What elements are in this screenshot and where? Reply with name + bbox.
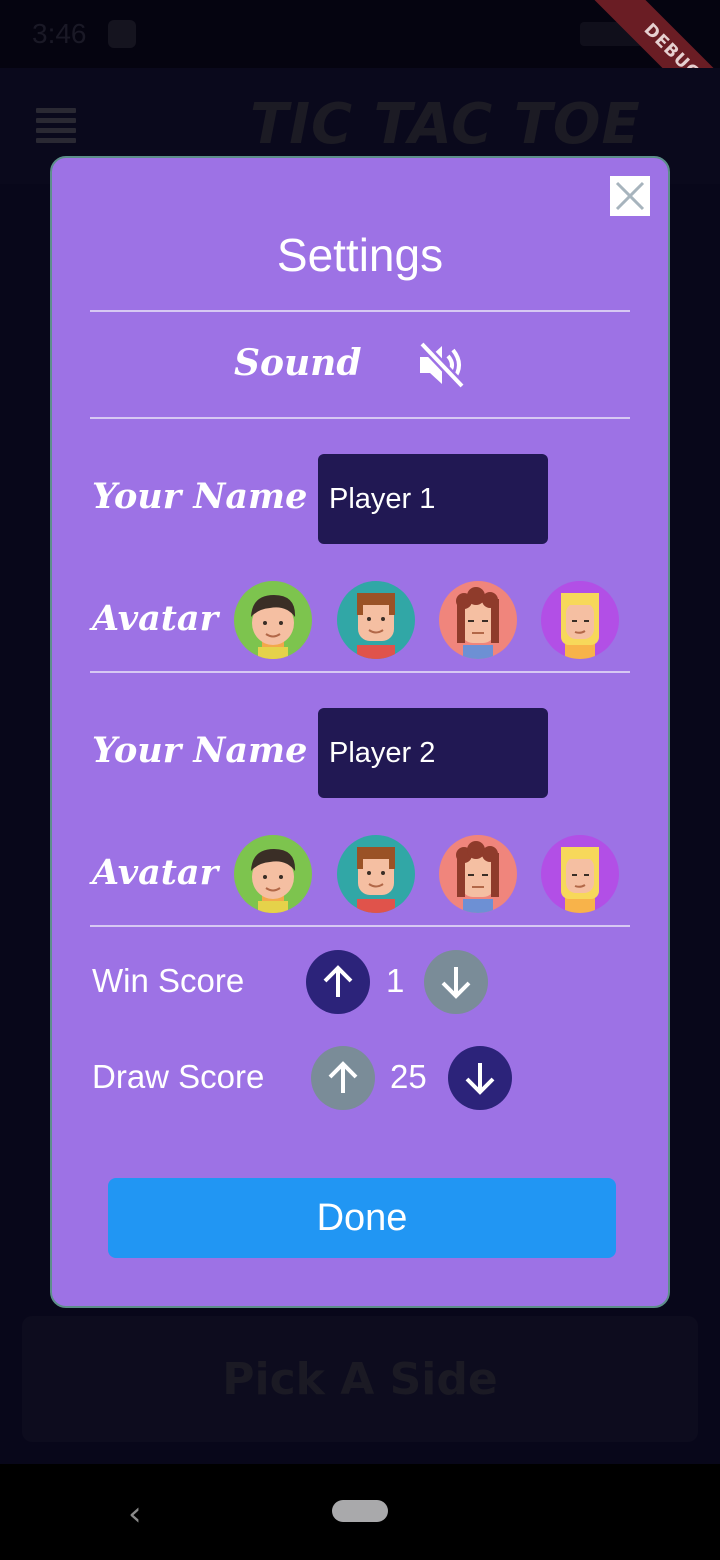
avatar-green-boy[interactable] — [234, 581, 312, 659]
avatar-red-curly[interactable] — [439, 835, 517, 913]
player1-name-label: Your Name — [92, 476, 308, 517]
avatar-teal-man[interactable] — [337, 835, 415, 913]
win-score-decrease-button[interactable] — [424, 950, 488, 1014]
draw-score-decrease-button[interactable] — [448, 1046, 512, 1110]
player2-name-label: Your Name — [92, 730, 308, 771]
player1-avatar-label: Avatar — [92, 598, 219, 639]
arrow-up-icon — [328, 1061, 358, 1093]
divider — [90, 925, 630, 927]
close-icon[interactable] — [610, 176, 650, 216]
home-button[interactable] — [332, 1500, 388, 1522]
dialog-title: Settings — [276, 229, 444, 281]
avatar-green-boy[interactable] — [234, 835, 312, 913]
avatar-red-curly[interactable] — [439, 581, 517, 659]
player2-avatar-label: Avatar — [92, 852, 219, 893]
menu-icon[interactable] — [36, 108, 76, 143]
app-title: TIC TAC TOE — [250, 92, 641, 157]
done-button[interactable]: Done — [108, 1178, 616, 1258]
notification-icon — [108, 20, 136, 48]
win-score-increase-button[interactable] — [306, 950, 370, 1014]
back-icon[interactable]: ‹ — [128, 1494, 142, 1534]
status-time: 3:46 — [32, 18, 87, 49]
avatar-teal-man[interactable] — [337, 581, 415, 659]
avatar-purple-blonde[interactable] — [541, 835, 619, 913]
divider — [90, 417, 630, 419]
avatar-purple-blonde[interactable] — [541, 581, 619, 659]
arrow-down-icon — [465, 1063, 495, 1095]
draw-score-label: Draw Score — [92, 1058, 265, 1095]
sound-label: Sound — [234, 342, 362, 384]
player2-name-input[interactable] — [318, 708, 548, 798]
divider — [90, 671, 630, 673]
draw-score-increase-button[interactable] — [311, 1046, 375, 1110]
draw-score-value: 25 — [390, 1058, 427, 1095]
volume-off-icon[interactable] — [416, 340, 466, 390]
settings-dialog: Settings Sound Your Name Avatar — [50, 156, 670, 1308]
player1-name-input[interactable] — [318, 454, 548, 544]
win-score-label: Win Score — [92, 962, 245, 999]
arrow-up-icon — [323, 965, 353, 997]
win-score-value: 1 — [386, 962, 405, 999]
arrow-down-icon — [441, 967, 471, 999]
pick-side-button[interactable]: Pick A Side — [22, 1316, 698, 1442]
divider — [90, 310, 630, 312]
